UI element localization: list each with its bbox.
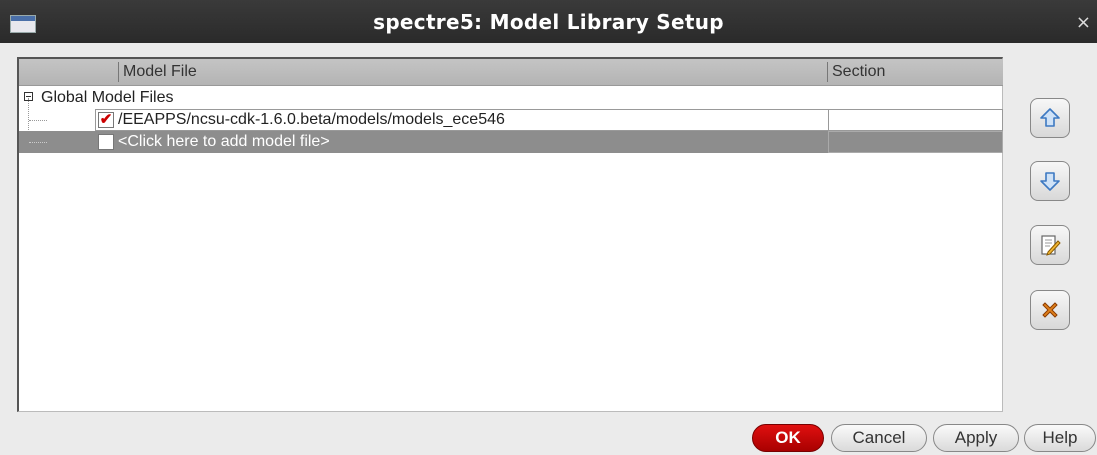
arrow-down-icon xyxy=(1040,172,1060,191)
column-header-blank[interactable] xyxy=(19,59,119,85)
help-button[interactable]: Help xyxy=(1024,424,1096,452)
table-row[interactable]: ✔ /EEAPPS/ncsu-cdk-1.6.0.beta/models/mod… xyxy=(19,109,1003,131)
title-bar: spectre5: Model Library Setup × xyxy=(0,0,1097,43)
add-model-checkbox[interactable] xyxy=(98,134,114,150)
edit-button[interactable] xyxy=(1030,225,1070,265)
close-icon[interactable]: × xyxy=(1076,12,1091,33)
model-enabled-checkbox[interactable]: ✔ xyxy=(98,112,114,128)
move-up-button[interactable] xyxy=(1030,98,1070,138)
group-label: Global Model Files xyxy=(41,89,174,106)
arrow-up-icon xyxy=(1040,108,1060,127)
model-library-table[interactable]: Model File Section Global Model Files ✔ … xyxy=(17,57,1003,412)
column-header-section[interactable]: Section xyxy=(828,59,1003,85)
window-title: spectre5: Model Library Setup xyxy=(373,10,724,34)
column-header-model-file[interactable]: Model File xyxy=(119,59,827,85)
move-down-button[interactable] xyxy=(1030,161,1070,201)
apply-button[interactable]: Apply xyxy=(933,424,1019,452)
delete-icon xyxy=(1042,302,1058,318)
edit-icon xyxy=(1041,235,1061,256)
model-file-path[interactable]: /EEAPPS/ncsu-cdk-1.6.0.beta/models/model… xyxy=(118,109,505,131)
tree-group-global-model-files[interactable]: Global Model Files xyxy=(19,87,1003,109)
table-header: Model File Section xyxy=(19,59,1003,86)
cancel-button[interactable]: Cancel xyxy=(831,424,927,452)
ok-button[interactable]: OK xyxy=(752,424,824,452)
add-model-placeholder[interactable]: <Click here to add model file> xyxy=(118,131,330,153)
delete-button[interactable] xyxy=(1030,290,1070,330)
table-row-add-model[interactable]: <Click here to add model file> xyxy=(19,131,1003,153)
